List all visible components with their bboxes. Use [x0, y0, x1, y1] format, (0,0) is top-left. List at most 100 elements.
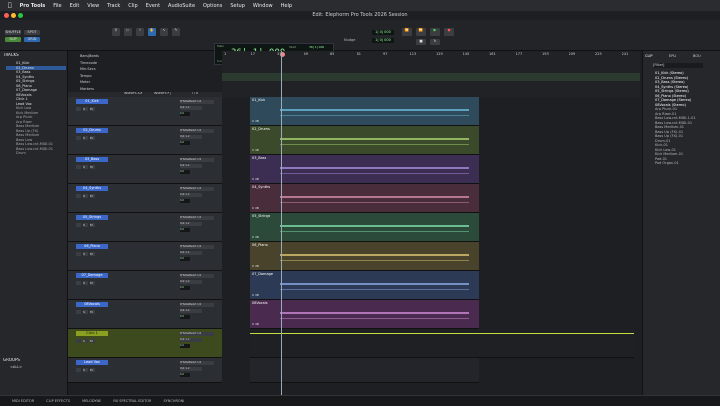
track-header[interactable]: 02_Drums S M PrTstAbBeGrt 1/2 Out 1-2 0.0 [68, 126, 222, 155]
io-input-selector[interactable]: PrTstAbBeGrt 1/2 [180, 187, 214, 191]
track-name-field[interactable]: Lead Vox [76, 360, 108, 365]
volume-value[interactable]: 0.0 [180, 373, 190, 377]
clips-tab-clip[interactable]: CLIP [645, 54, 653, 58]
solo-button[interactable]: S [83, 194, 88, 198]
clip-name[interactable]: 01_Kick [252, 98, 265, 102]
clips-filter-field[interactable]: [Filter] [653, 63, 703, 68]
io-input-selector[interactable]: PrTstAbBeGrt 1/2 [180, 274, 214, 278]
track-header[interactable]: 03_Bass S M PrTstAbBeGrt 1/2 Out 1-2 0.0 [68, 155, 222, 184]
solo-button[interactable]: S [83, 281, 88, 285]
volume-value[interactable]: 0.0 [180, 344, 190, 348]
track-name-field[interactable]: 04_Synths [76, 186, 108, 191]
solo-button[interactable]: S [83, 165, 88, 169]
track-header[interactable]: 01_Kick S M PrTstAbBeGrt 1/2 Out 1-2 0.0 [68, 97, 222, 126]
io-input-selector[interactable]: PrTstAbBeGrt 1/2 [180, 129, 214, 133]
record-enable-button[interactable] [76, 281, 81, 285]
io-output-selector[interactable]: Out 1-2 [180, 280, 202, 284]
track-lane[interactable]: 02_Drums 0 dB [250, 126, 479, 155]
mute-button[interactable]: M [90, 165, 95, 169]
record-enable-button[interactable] [76, 194, 81, 198]
track-header[interactable]: 06_Piano S M PrTstAbBeGrt 1/2 Out 1-2 0.0 [68, 242, 222, 271]
track-name-field[interactable]: 02_Drums [76, 128, 108, 133]
track-header[interactable]: 05_Strings S M PrTstAbBeGrt 1/2 Out 1-2 0.0 [68, 213, 222, 242]
track-header[interactable]: Lead Vox S M PrTstAbBeGrt 1/2 Out 1-2 0.0 [68, 358, 222, 383]
track-name-field[interactable]: 06_Piano [76, 244, 108, 249]
io-input-selector[interactable]: PrTstAbBeGrt 1/2 [180, 303, 214, 307]
record-enable-button[interactable] [76, 252, 81, 256]
track-name-field[interactable]: 05_Strings [76, 215, 108, 220]
volume-value[interactable]: 0.0 [180, 315, 190, 319]
record-enable-button[interactable] [76, 136, 81, 140]
io-output-selector[interactable]: Out 1-2 [180, 135, 202, 139]
volume-value[interactable]: 0.0 [180, 141, 190, 145]
track-name-field[interactable]: 08Vocals [76, 302, 108, 307]
clip-name[interactable]: 07_Damage [252, 272, 273, 276]
track-lane[interactable]: 05_Strings 0 dB [250, 213, 479, 242]
record-enable-button[interactable] [76, 223, 81, 227]
solo-button[interactable]: S [83, 310, 88, 314]
volume-value[interactable]: 0.0 [180, 170, 190, 174]
track-lane[interactable]: 03_Bass 0 dB [250, 155, 479, 184]
track-header[interactable]: Click 1 S M PrTstAbBeGrt 1/2 Out 1-2 0.0 [68, 329, 222, 358]
io-input-selector[interactable]: PrTstAbBeGrt 1/2 [180, 332, 214, 336]
solo-button[interactable]: S [83, 339, 88, 343]
mute-button[interactable]: M [90, 223, 95, 227]
track-name-field[interactable]: 07_Damage [76, 273, 108, 278]
record-enable-button[interactable] [76, 310, 81, 314]
mute-button[interactable]: M [90, 136, 95, 140]
track-name-field[interactable]: 01_Kick [76, 99, 108, 104]
track-lane[interactable]: 01_Kick 0 dB [250, 97, 479, 126]
io-output-selector[interactable]: Out 1-2 [180, 193, 202, 197]
clips-tab-bou[interactable]: BOU [693, 54, 701, 58]
mute-button[interactable]: M [90, 107, 95, 111]
mute-button[interactable]: M [90, 252, 95, 256]
track-name-field[interactable]: 03_Bass [76, 157, 108, 162]
track-lane[interactable]: 06_Piano 0 dB [250, 242, 479, 271]
bottom-tab[interactable]: SYNCHRONI [163, 399, 184, 403]
io-input-selector[interactable]: PrTstAbBeGrt 1/2 [180, 100, 214, 104]
io-output-selector[interactable]: Out 1-2 [180, 309, 202, 313]
solo-button[interactable]: S [83, 223, 88, 227]
record-enable-button[interactable] [76, 368, 81, 372]
playhead-line[interactable] [281, 51, 282, 395]
clip-name[interactable]: 06_Piano [252, 243, 268, 247]
record-enable-button[interactable] [76, 165, 81, 169]
io-input-selector[interactable]: PrTstAbBeGrt 1/2 [180, 158, 214, 162]
io-output-selector[interactable]: Out 1-2 [180, 367, 202, 371]
io-input-selector[interactable]: PrTstAbBeGrt 1/2 [180, 361, 214, 365]
track-lane[interactable]: 07_Damage 0 dB [250, 271, 479, 300]
io-output-selector[interactable]: Out 1-2 [180, 164, 202, 168]
clip-name[interactable]: 04_Synths [252, 185, 270, 189]
io-output-selector[interactable]: Out 1-2 [180, 106, 202, 110]
track-header[interactable]: 04_Synths S M PrTstAbBeGrt 1/2 Out 1-2 0.0 [68, 184, 222, 213]
volume-value[interactable]: 0.0 [180, 257, 190, 261]
io-output-selector[interactable]: Out 1-2 [180, 338, 202, 342]
bottom-tab[interactable]: CLIP EFFECTS [46, 399, 70, 403]
track-lane[interactable]: 08Vocals 0 dB [250, 300, 479, 329]
clip-name[interactable]: 08Vocals [252, 301, 268, 305]
solo-button[interactable]: S [83, 136, 88, 140]
bottom-tab[interactable]: RX SPECTRAL EDITOR [113, 399, 151, 403]
io-input-selector[interactable]: PrTstAbBeGrt 1/2 [180, 245, 214, 249]
solo-button[interactable]: S [83, 252, 88, 256]
volume-value[interactable]: 0.0 [180, 112, 190, 116]
volume-value[interactable]: 0.0 [180, 199, 190, 203]
track-header[interactable]: 07_Damage S M PrTstAbBeGrt 1/2 Out 1-2 0.0 [68, 271, 222, 300]
clip-list-item[interactable]: Pad Organ-01 [645, 161, 719, 166]
volume-value[interactable]: 0.0 [180, 228, 190, 232]
io-input-selector[interactable]: PrTstAbBeGrt 1/2 [180, 216, 214, 220]
mute-button[interactable]: M [90, 194, 95, 198]
bottom-tab[interactable]: MIDI EDITOR [12, 399, 34, 403]
solo-button[interactable]: S [83, 368, 88, 372]
track-header[interactable]: 08Vocals S M PrTstAbBeGrt 1/2 Out 1-2 0.0 [68, 300, 222, 329]
solo-button[interactable]: S [83, 107, 88, 111]
mute-button[interactable]: M [90, 310, 95, 314]
clips-tab-epli[interactable]: EPLI [669, 54, 676, 58]
mute-button[interactable]: M [90, 281, 95, 285]
clip-name[interactable]: 03_Bass [252, 156, 266, 160]
clip-name[interactable]: 05_Strings [252, 214, 270, 218]
volume-value[interactable]: 0.0 [180, 286, 190, 290]
io-output-selector[interactable]: Out 1-2 [180, 222, 202, 226]
io-output-selector[interactable]: Out 1-2 [180, 251, 202, 255]
mute-button[interactable]: M [90, 339, 95, 343]
